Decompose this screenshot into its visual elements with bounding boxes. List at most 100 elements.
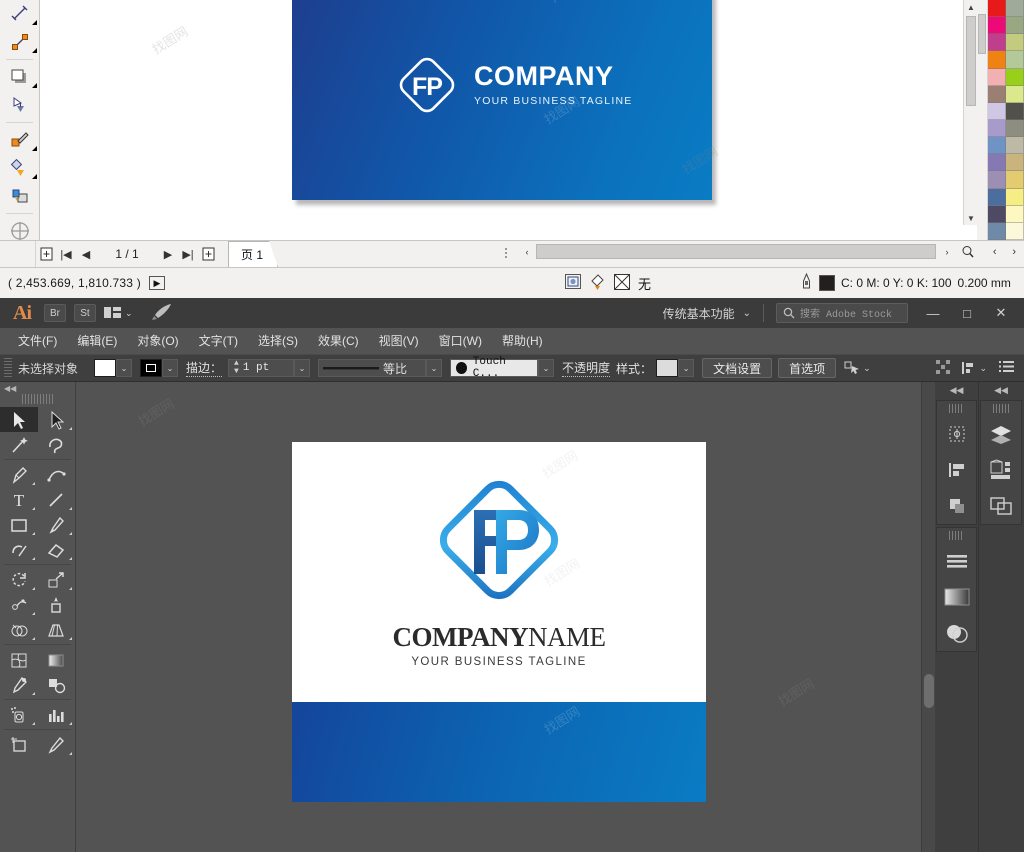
- zoom-to-fit-icon[interactable]: [960, 244, 974, 259]
- palette-prev-icon[interactable]: ‹: [993, 246, 997, 258]
- gradient-panel-icon[interactable]: [937, 579, 976, 615]
- stroke-weight-label[interactable]: 描边：: [186, 359, 223, 377]
- color-swatch[interactable]: [1006, 102, 1024, 120]
- palette-column-right[interactable]: [1006, 0, 1024, 240]
- panel-group-appearance[interactable]: [936, 527, 977, 652]
- illustrator-menu-bar[interactable]: 文件(F) 编辑(E) 对象(O) 文字(T) 选择(S) 效果(C) 视图(V…: [0, 328, 1024, 354]
- color-swatch[interactable]: [988, 188, 1006, 206]
- color-swatch[interactable]: [988, 85, 1006, 103]
- panel-group-properties[interactable]: [936, 400, 977, 525]
- status-play-button[interactable]: ▶: [148, 276, 165, 290]
- color-swatch[interactable]: [988, 51, 1006, 69]
- palette-column-left[interactable]: [988, 0, 1006, 240]
- color-swatch[interactable]: [988, 154, 1006, 172]
- next-page-button[interactable]: ▶: [158, 241, 178, 267]
- artboards-panel-icon[interactable]: [981, 488, 1021, 524]
- palette-scrollbar[interactable]: [977, 0, 988, 240]
- stroke-color-swatch[interactable]: [140, 359, 163, 377]
- lasso-tool[interactable]: [38, 432, 76, 457]
- pathfinder-panel-icon[interactable]: [937, 488, 976, 524]
- color-swatch[interactable]: [1006, 34, 1024, 52]
- menu-edit[interactable]: 编辑(E): [67, 328, 127, 354]
- toolbox-grip[interactable]: [22, 394, 53, 404]
- symbol-sprayer-tool[interactable]: [0, 702, 38, 727]
- outline-color-swatch[interactable]: [819, 275, 835, 291]
- illustrator-control-bar[interactable]: 未选择对象 ⌄ ⌄ 描边： ▲ ▼ 1 pt ⌄ 等比 ⌄ Touch C... …: [0, 354, 1024, 382]
- opacity-label[interactable]: 不透明度: [562, 359, 611, 377]
- layers-panel-icon[interactable]: [981, 416, 1021, 452]
- transparency-tool[interactable]: [0, 91, 40, 119]
- libraries-panel-icon[interactable]: [981, 452, 1021, 488]
- first-page-button[interactable]: |◀: [56, 241, 76, 267]
- dock-column-2[interactable]: ◀◀: [979, 382, 1023, 852]
- perspective-grid-tool[interactable]: [38, 617, 76, 642]
- align-panel-button[interactable]: [936, 359, 951, 377]
- add-page-after-button[interactable]: [198, 241, 218, 267]
- free-transform-tool[interactable]: [38, 592, 76, 617]
- toolbox-collapse-button[interactable]: ◀◀: [0, 382, 75, 394]
- scroll-down-icon[interactable]: ▼: [964, 211, 977, 225]
- panel-group-layers[interactable]: [980, 400, 1022, 525]
- workspace-switcher[interactable]: 传统基本功能 ⌄ 搜索 Adobe Stock — □ ✕: [663, 298, 1024, 328]
- scroll-left-icon[interactable]: ‹: [520, 244, 534, 259]
- fill-color-icon[interactable]: [589, 273, 606, 293]
- color-swatch[interactable]: [1006, 188, 1024, 206]
- coreldraw-toolbox[interactable]: [0, 0, 40, 240]
- shaper-tool[interactable]: [0, 537, 38, 562]
- snapshot-icon[interactable]: [565, 274, 581, 292]
- illustrator-panel-dock[interactable]: ◀◀ ◀◀: [935, 382, 1024, 852]
- control-bar-grip[interactable]: [4, 358, 12, 378]
- scale-tool[interactable]: [38, 567, 76, 592]
- drop-shadow-tool[interactable]: [0, 63, 40, 91]
- width-tool[interactable]: [0, 592, 38, 617]
- rotate-tool[interactable]: [0, 567, 38, 592]
- illustrator-canvas[interactable]: COMPANY NAME YOUR BUSINESS TAGLINE 找图网 找…: [76, 382, 935, 852]
- color-eyedropper-tool[interactable]: [0, 126, 40, 154]
- outline-none-swatch[interactable]: [614, 273, 630, 293]
- menu-select[interactable]: 选择(S): [248, 328, 308, 354]
- color-swatch[interactable]: [988, 34, 1006, 52]
- blend-tool[interactable]: [38, 672, 76, 697]
- graphic-style-swatch[interactable]: [656, 359, 679, 377]
- scroll-right-icon[interactable]: ›: [940, 244, 954, 259]
- page-tab-1[interactable]: 页 1: [228, 241, 278, 267]
- scroll-up-icon[interactable]: ▲: [964, 0, 977, 14]
- select-similar-button[interactable]: ⌄: [844, 361, 871, 375]
- artboard[interactable]: COMPANY NAME YOUR BUSINESS TAGLINE 找图网 找…: [292, 442, 706, 802]
- maximize-button[interactable]: □: [950, 298, 984, 328]
- menu-effect[interactable]: 效果(C): [308, 328, 369, 354]
- color-swatch[interactable]: [988, 137, 1006, 155]
- add-page-before-button[interactable]: [36, 241, 56, 267]
- menu-window[interactable]: 窗口(W): [429, 328, 492, 354]
- adobe-stock-search[interactable]: 搜索 Adobe Stock: [776, 303, 908, 323]
- bridge-button[interactable]: Br: [44, 304, 66, 322]
- minimize-button[interactable]: —: [916, 298, 950, 328]
- palette-page-arrows[interactable]: ‹ ›: [985, 241, 1024, 263]
- stroke-profile-selector[interactable]: 等比: [318, 359, 427, 377]
- canvas-vertical-scrollbar[interactable]: ▲ ▼: [963, 0, 977, 225]
- color-swatch[interactable]: [1006, 51, 1024, 69]
- shape-builder-tool[interactable]: [0, 617, 38, 642]
- panel-grip[interactable]: [949, 531, 964, 540]
- panel-grip[interactable]: [949, 404, 964, 413]
- stroke-color-dropdown[interactable]: ⌄: [162, 359, 179, 377]
- color-swatch[interactable]: [988, 0, 1006, 18]
- direct-selection-tool[interactable]: [38, 407, 76, 432]
- document-setup-button[interactable]: 文档设置: [702, 358, 773, 378]
- chevron-down-icon[interactable]: ⌄: [979, 363, 987, 374]
- color-swatch[interactable]: [1006, 17, 1024, 35]
- arrange-documents-button[interactable]: ⌄: [104, 306, 133, 320]
- canvas-horizontal-scrollbar[interactable]: ‹ ›: [520, 241, 980, 263]
- preferences-button[interactable]: 首选项: [778, 358, 837, 378]
- outline-pen-icon[interactable]: [800, 272, 813, 293]
- color-swatch[interactable]: [988, 17, 1006, 35]
- menu-type[interactable]: 文字(T): [189, 328, 248, 354]
- color-swatch[interactable]: [1006, 222, 1024, 240]
- color-swatch[interactable]: [988, 222, 1006, 240]
- selection-tool[interactable]: [0, 407, 38, 432]
- eraser-tool[interactable]: [38, 537, 76, 562]
- canvas-vertical-scrollbar[interactable]: [921, 382, 935, 852]
- panel-menu-button[interactable]: [999, 360, 1014, 376]
- brush-dropdown[interactable]: ⌄: [538, 359, 555, 377]
- rectangle-tool[interactable]: [0, 512, 38, 537]
